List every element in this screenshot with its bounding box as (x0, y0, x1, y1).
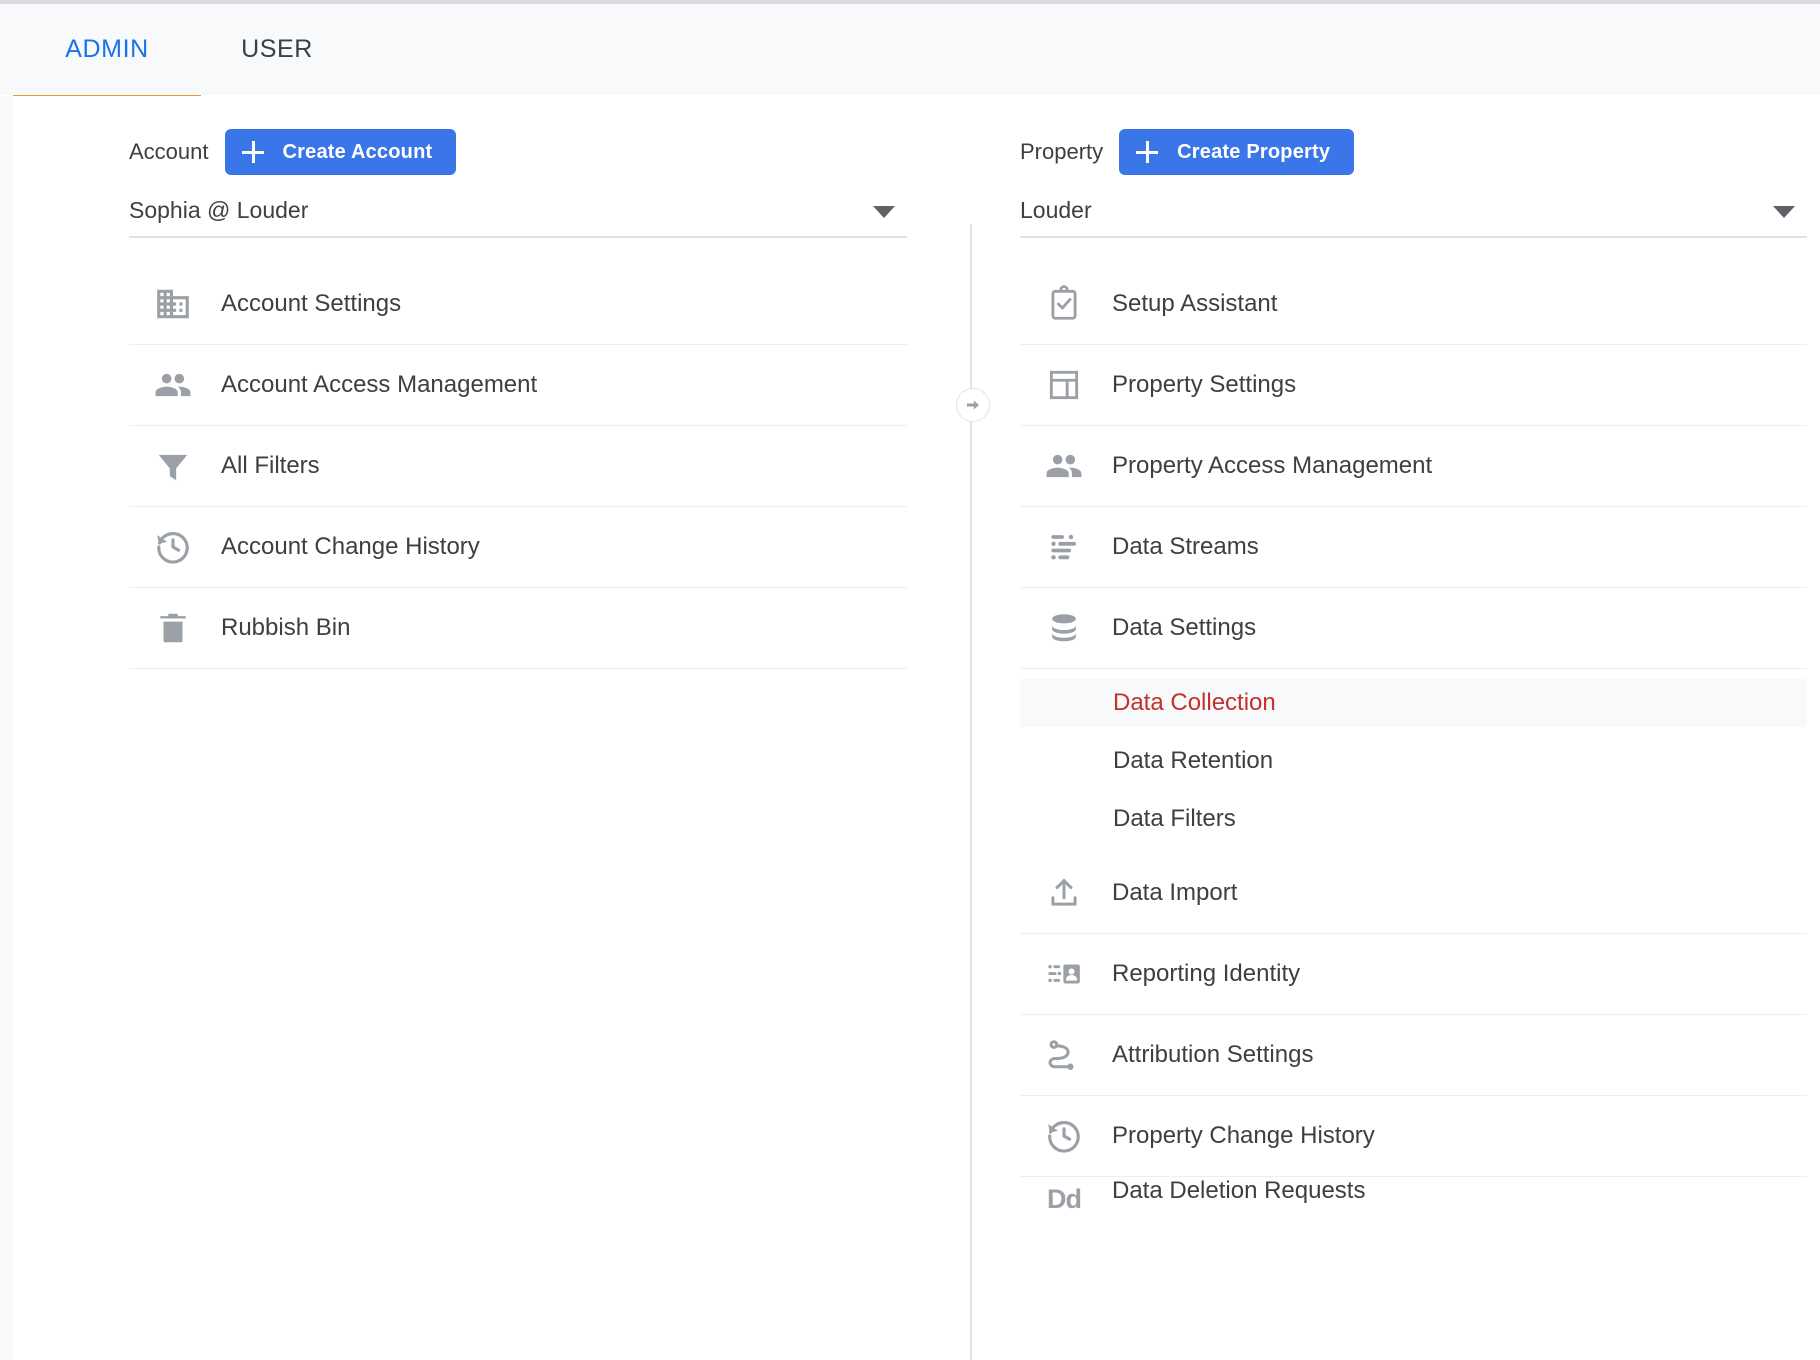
tab-user[interactable]: USER (201, 4, 353, 95)
history-icon (1038, 1114, 1090, 1158)
nav-label: Account Access Management (221, 371, 538, 398)
sub-item-data-filters[interactable]: Data Filters (1020, 795, 1807, 843)
property-selector-value: Louder (1020, 196, 1092, 223)
trash-icon (147, 606, 199, 650)
dd-icon-text: Dd (1047, 1183, 1082, 1214)
right-gutter (1807, 96, 1820, 1360)
attribution-icon (1038, 1033, 1090, 1077)
property-nav-list: Setup Assistant Property Settings Proper… (1020, 264, 1807, 1237)
property-label: Property (1020, 139, 1104, 164)
tab-user-label: USER (241, 35, 313, 63)
admin-body: Account Create Account Sophia @ Louder A… (13, 96, 1807, 1360)
nav-label: Data Deletion Requests (1112, 1177, 1366, 1204)
nav-item-setup-assistant[interactable]: Setup Assistant (1020, 264, 1807, 345)
arrow-right-circle-icon[interactable] (956, 388, 990, 422)
sub-list-spacer (1020, 669, 1807, 679)
tab-bar: ADMIN USER (0, 4, 1820, 100)
account-label: Account (129, 139, 209, 164)
account-column: Account Create Account Sophia @ Louder A… (13, 96, 923, 669)
chevron-down-icon (1773, 206, 1795, 218)
account-column-header: Account Create Account (13, 96, 923, 184)
layout-icon (1038, 363, 1090, 407)
nav-item-account-access-management[interactable]: Account Access Management (129, 345, 907, 426)
nav-item-data-settings[interactable]: Data Settings (1020, 588, 1807, 669)
nav-label: Rubbish Bin (221, 614, 351, 641)
sub-list-spacer (1020, 785, 1807, 795)
tab-admin[interactable]: ADMIN (13, 4, 201, 95)
nav-label: Property Settings (1112, 371, 1297, 398)
nav-item-all-filters[interactable]: All Filters (129, 426, 907, 507)
chevron-down-icon (873, 206, 895, 218)
nav-label: Property Change History (1112, 1122, 1375, 1149)
reporting-identity-icon (1038, 952, 1090, 996)
admin-page: ADMIN USER Account Create Account Sophia… (0, 0, 1820, 1360)
account-nav-list: Account Settings Account Access Manageme… (129, 264, 907, 669)
upload-icon (1038, 871, 1090, 915)
nav-item-data-deletion-requests[interactable]: Dd Data Deletion Requests (1020, 1177, 1807, 1237)
plus-icon (241, 140, 265, 164)
sub-item-label: Data Retention (1113, 747, 1274, 774)
property-selector[interactable]: Louder (1020, 184, 1807, 238)
sub-list-spacer (1020, 843, 1807, 853)
funnel-icon (147, 444, 199, 488)
create-account-button[interactable]: Create Account (224, 129, 457, 175)
create-property-button[interactable]: Create Property (1119, 129, 1355, 175)
account-selector-value: Sophia @ Louder (129, 196, 309, 223)
sub-item-data-retention[interactable]: Data Retention (1020, 737, 1807, 785)
nav-item-data-streams[interactable]: Data Streams (1020, 507, 1807, 588)
nav-item-attribution-settings[interactable]: Attribution Settings (1020, 1015, 1807, 1096)
left-gutter (0, 96, 13, 1360)
data-settings-subitems: Data Collection Data Retention Data Filt… (1020, 669, 1807, 853)
nav-item-account-settings[interactable]: Account Settings (129, 264, 907, 345)
nav-item-property-change-history[interactable]: Property Change History (1020, 1096, 1807, 1177)
nav-label: Data Streams (1112, 533, 1259, 560)
nav-label: Property Access Management (1112, 452, 1433, 479)
people-icon (147, 363, 199, 407)
nav-label: Data Settings (1112, 614, 1257, 641)
property-column: Property Create Property Louder Setup As… (1020, 96, 1807, 1237)
people-icon (1038, 444, 1090, 488)
dd-icon: Dd (1038, 1177, 1090, 1221)
nav-label: Reporting Identity (1112, 960, 1301, 987)
tabs-row: ADMIN USER (13, 4, 353, 95)
database-icon (1038, 606, 1090, 650)
nav-label: All Filters (221, 452, 320, 479)
nav-item-reporting-identity[interactable]: Reporting Identity (1020, 934, 1807, 1015)
nav-label: Account Settings (221, 290, 402, 317)
create-property-label: Create Property (1177, 140, 1331, 163)
history-icon (147, 525, 199, 569)
create-account-label: Create Account (282, 140, 433, 163)
sub-item-label: Data Collection (1113, 689, 1276, 716)
sub-list-spacer (1020, 727, 1807, 737)
nav-item-account-change-history[interactable]: Account Change History (129, 507, 907, 588)
building-icon (147, 282, 199, 326)
plus-icon (1135, 140, 1159, 164)
nav-label: Setup Assistant (1112, 290, 1278, 317)
nav-label: Account Change History (221, 533, 480, 560)
property-column-header: Property Create Property (1020, 96, 1807, 184)
nav-item-property-settings[interactable]: Property Settings (1020, 345, 1807, 426)
tab-admin-label: ADMIN (65, 35, 149, 63)
nav-label: Attribution Settings (1112, 1041, 1314, 1068)
data-streams-icon (1038, 525, 1090, 569)
sub-item-data-collection[interactable]: Data Collection (1020, 679, 1807, 727)
nav-label: Data Import (1112, 879, 1238, 906)
sub-item-label: Data Filters (1113, 805, 1236, 832)
clipboard-check-icon (1038, 282, 1090, 326)
nav-item-rubbish-bin[interactable]: Rubbish Bin (129, 588, 907, 669)
nav-item-property-access-management[interactable]: Property Access Management (1020, 426, 1807, 507)
nav-item-data-import[interactable]: Data Import (1020, 853, 1807, 934)
account-selector[interactable]: Sophia @ Louder (129, 184, 907, 238)
